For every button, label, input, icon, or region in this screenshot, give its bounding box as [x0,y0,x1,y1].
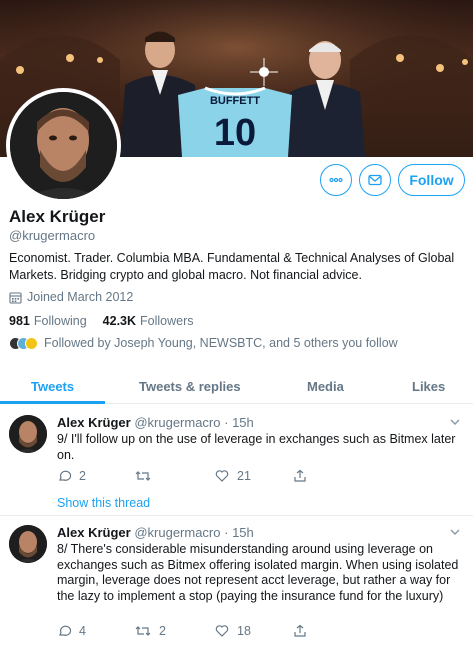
joined-text: Joined March 2012 [27,290,134,304]
followers-link[interactable]: 42.3K Followers [103,314,194,328]
follower-avatars [9,336,38,350]
tweet-header: Alex Krüger @krugermacro · 15h [57,525,254,540]
heart-icon [215,470,229,482]
chevron-down-icon[interactable] [449,415,461,433]
chevron-down-icon[interactable] [449,525,461,543]
tweet-time[interactable]: · 15h [224,525,254,540]
tweet-header: Alex Krüger @krugermacro · 15h [57,415,254,430]
reply-icon [59,625,71,636]
share-button[interactable] [293,469,307,483]
retweet-count: 2 [159,624,166,638]
tab-tweets-replies[interactable]: Tweets & replies [139,368,241,404]
share-icon [294,469,306,482]
tweet-text: 8/ There's considerable misunderstanding… [57,542,459,603]
active-tab-indicator [0,401,105,404]
mini-avatar [25,336,38,350]
profile-avatar[interactable] [6,88,121,203]
tweet-avatar[interactable] [9,415,47,453]
profile-bio: Economist. Trader. Columbia MBA. Fundame… [9,251,455,282]
profile-tabs: Tweets Tweets & replies Media Likes [0,368,473,404]
joined-date: Joined March 2012 [9,290,133,304]
envelope-icon [368,174,382,186]
tweet-text: 9/ I'll follow up on the use of leverage… [57,432,456,462]
reply-count: 4 [79,624,86,638]
retweet-button[interactable]: 2 [135,624,166,638]
share-button[interactable] [293,624,307,638]
following-count: 981 [9,314,30,328]
tab-tweets[interactable]: Tweets [31,368,74,404]
calendar-icon [9,291,22,304]
following-label: Following [33,314,87,328]
tweet-author-handle[interactable]: @krugermacro [134,525,220,540]
show-thread-link[interactable]: Show this thread [57,496,150,510]
following-link[interactable]: 981 Following [9,314,87,328]
jersey-number: 10 [214,112,256,154]
tweet-avatar[interactable] [9,525,47,563]
follow-button[interactable]: Follow [398,164,465,196]
tweet[interactable]: Alex Krüger @krugermacro · 15h 9/ I'll f… [0,405,473,516]
more-button[interactable] [320,164,352,196]
profile-handle: @krugermacro [9,228,96,243]
retweet-button[interactable] [135,469,159,483]
like-button[interactable]: 18 [215,624,251,638]
jersey-name: BUFFETT [210,95,260,107]
tweet-author-handle[interactable]: @krugermacro [134,415,220,430]
reply-icon [59,470,71,481]
like-count: 21 [237,469,251,483]
avatar-photo [9,415,47,453]
tab-likes[interactable]: Likes [412,368,445,404]
like-button[interactable]: 21 [215,469,251,483]
retweet-icon [135,471,151,481]
tweet-author-name[interactable]: Alex Krüger [57,415,131,430]
more-icon [329,177,343,183]
tweet-author-name[interactable]: Alex Krüger [57,525,131,540]
follow-counts: 981 Following 42.3K Followers [9,314,194,328]
tab-media[interactable]: Media [307,368,344,404]
tweet[interactable]: Alex Krüger @krugermacro · 15h 8/ There'… [0,516,473,652]
share-icon [294,624,306,637]
like-count: 18 [237,624,251,638]
reply-count: 2 [79,469,86,483]
message-button[interactable] [359,164,391,196]
profile-name: Alex Krüger [9,207,106,226]
followed-by[interactable]: Followed by Joseph Young, NEWSBTC, and 5… [9,336,398,350]
reply-button[interactable]: 2 [57,469,86,483]
reply-button[interactable]: 4 [57,624,86,638]
avatar-photo [9,525,47,563]
retweet-icon [135,626,151,636]
followers-count: 42.3K [102,314,137,328]
followed-by-text: Followed by Joseph Young, NEWSBTC, and 5… [44,336,398,350]
followers-label: Followers [140,314,194,328]
tweet-time[interactable]: · 15h [224,415,254,430]
heart-icon [215,625,229,637]
avatar-photo [10,92,117,199]
